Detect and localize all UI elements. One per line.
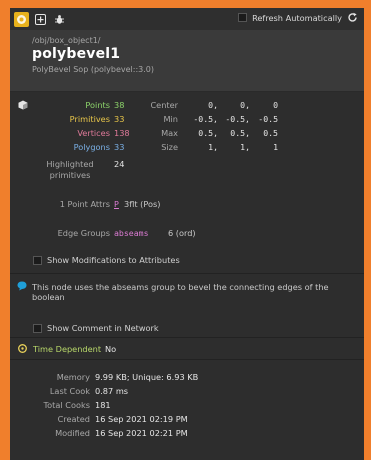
created-value: 16 Sep 2021 02:19 PM	[95, 414, 188, 424]
bbox-size-label: Size	[161, 142, 178, 152]
points-value: 38	[114, 100, 125, 110]
polygons-label: Polygons	[73, 142, 110, 152]
highlighted-primitives-label: Highlighted primitives	[46, 159, 94, 180]
primitives-label: Primitives	[69, 114, 110, 124]
last-cook-label: Last Cook	[49, 386, 90, 396]
debug-button[interactable]	[52, 12, 67, 27]
modified-label: Modified	[55, 428, 90, 438]
bbox-max-label: Max	[161, 128, 178, 138]
geometry-section: Points 38 Primitives 33 Vertices 138 Pol…	[10, 92, 364, 274]
comment-icon	[17, 281, 27, 291]
bbox-center-y: 0,	[240, 100, 250, 110]
vertices-value: 138	[114, 128, 130, 138]
bbox-max-z: 0.5	[263, 128, 278, 138]
modified-value: 16 Sep 2021 02:21 PM	[95, 428, 188, 438]
show-comment-label: Show Comment in Network	[47, 323, 159, 333]
memory-value: 9.99 KB; Unique: 6.93 KB	[95, 372, 199, 382]
bbox-size-x: 1,	[208, 142, 218, 152]
pin-icon	[17, 14, 26, 24]
show-comment-toggle[interactable]: Show Comment in Network	[33, 323, 159, 333]
bbox-center-x: 0,	[208, 100, 218, 110]
bbox-center-z: 0	[273, 100, 278, 110]
polygons-value: 33	[114, 142, 125, 152]
vertices-label: Vertices	[77, 128, 110, 138]
plus-box-icon	[35, 13, 46, 25]
bbox-size-y: 1,	[240, 142, 250, 152]
add-button[interactable]	[33, 12, 48, 27]
last-cook-value: 0.87 ms	[95, 386, 129, 396]
point-attr-name[interactable]: P	[114, 199, 119, 209]
comment-section: This node uses the abseams group to beve…	[10, 274, 364, 338]
time-dependent-row: Time Dependent No	[10, 338, 364, 360]
show-modifications-toggle[interactable]: Show Modifications to Attributes	[33, 255, 180, 265]
bbox-min-x: -0.5,	[193, 114, 218, 124]
node-name: polybevel1	[32, 46, 121, 62]
time-dependent-label: Time Dependent	[33, 343, 102, 354]
edge-group-info: 6 (ord)	[168, 228, 196, 238]
edge-groups-label: Edge Groups	[57, 228, 110, 238]
toolbar: Refresh Automatically	[10, 8, 364, 30]
total-cooks-value: 181	[95, 400, 111, 410]
node-path: /obj/box_object1/	[32, 36, 101, 45]
show-modifications-label: Show Modifications to Attributes	[47, 255, 180, 265]
point-attr-type: 3flt (Pos)	[124, 199, 161, 209]
created-label: Created	[57, 414, 90, 424]
bbox-min-z: -0.5	[258, 114, 278, 124]
bbox-max-y: 0.5,	[230, 128, 250, 138]
cook-info-section: Memory 9.99 KB; Unique: 6.93 KB Last Coo…	[10, 360, 364, 460]
bbox-min-label: Min	[163, 114, 178, 124]
time-dependent-value: No	[105, 343, 117, 354]
highlighted-primitives-value: 24	[114, 159, 125, 169]
comment-text: This node uses the abseams group to beve…	[32, 282, 329, 302]
clock-icon	[18, 344, 27, 353]
edge-group-name[interactable]: abseams	[114, 228, 149, 238]
pin-button[interactable]	[14, 11, 29, 27]
node-info-panel: Refresh Automatically /obj/box_object1/ …	[10, 8, 364, 460]
show-comment-checkbox[interactable]	[33, 323, 42, 333]
primitives-value: 33	[114, 114, 125, 124]
node-header: /obj/box_object1/ polybevel1 PolyBevel S…	[10, 30, 364, 92]
points-label: Points	[85, 100, 110, 110]
show-modifications-checkbox[interactable]	[33, 255, 42, 265]
refresh-icon[interactable]	[347, 12, 358, 23]
bbox-size-z: 1	[273, 142, 278, 152]
refresh-label: Refresh Automatically	[252, 12, 342, 23]
bbox-center-label: Center	[150, 100, 178, 110]
total-cooks-label: Total Cooks	[43, 400, 90, 410]
refresh-checkbox[interactable]	[238, 13, 248, 22]
bug-icon	[55, 14, 64, 24]
node-type: PolyBevel Sop (polybevel::3.0)	[32, 65, 154, 74]
bbox-max-x: 0.5,	[198, 128, 218, 138]
point-attrs-label: 1 Point Attrs	[59, 199, 110, 209]
memory-label: Memory	[56, 372, 90, 382]
refresh-automatically-toggle[interactable]: Refresh Automatically	[238, 12, 358, 23]
bbox-min-y: -0.5,	[225, 114, 250, 124]
